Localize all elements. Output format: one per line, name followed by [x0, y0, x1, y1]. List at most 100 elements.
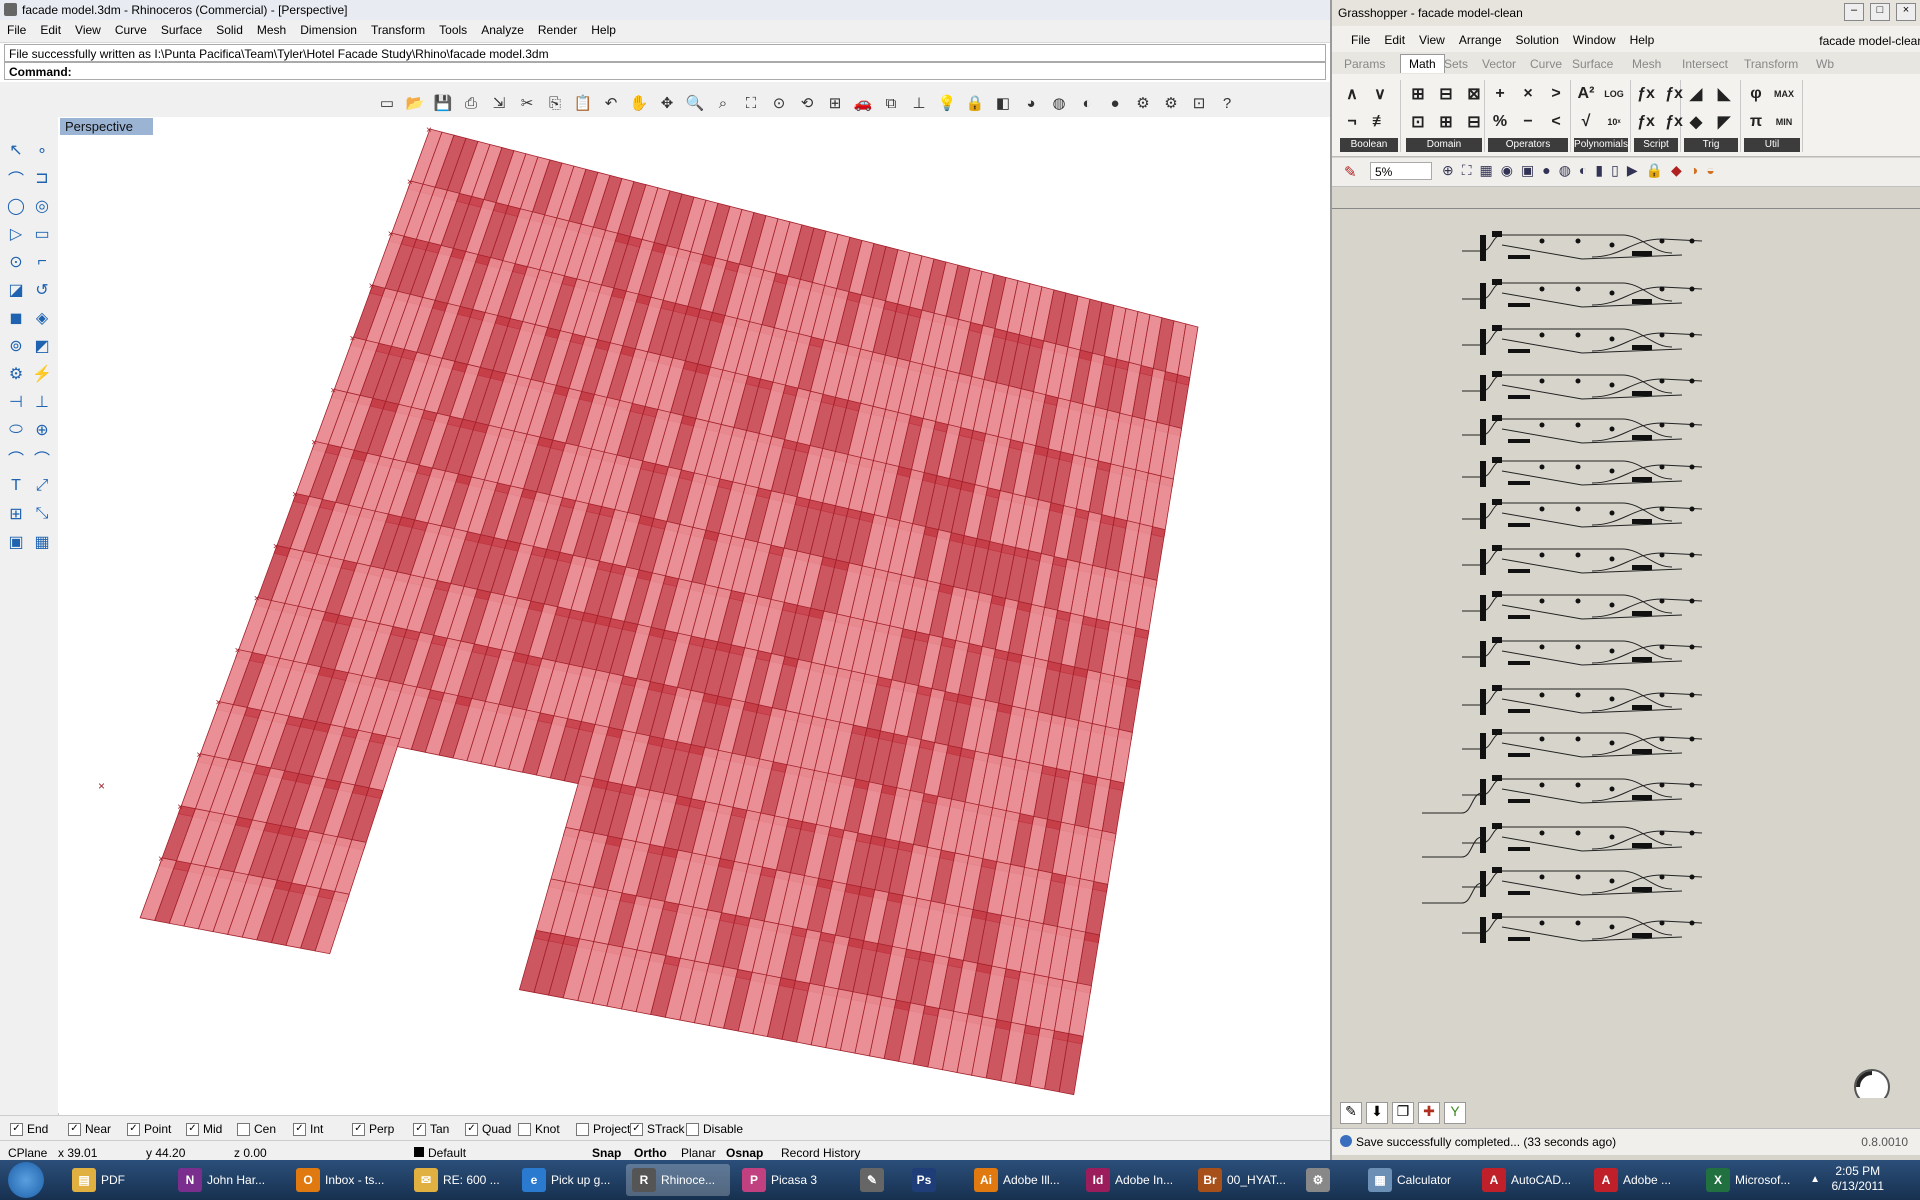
import-icon[interactable]: ⇲: [487, 91, 511, 115]
copy-icon[interactable]: ⎘: [543, 91, 567, 115]
polygon-icon[interactable]: ⊙: [3, 248, 29, 276]
boolean-component-icon[interactable]: ∧: [1338, 80, 1366, 108]
component-cluster[interactable]: [1462, 371, 1703, 401]
polynomials-component-icon[interactable]: LOG: [1600, 80, 1628, 108]
osnap-strack[interactable]: ✓ STrack: [630, 1122, 685, 1136]
menu-mesh[interactable]: Mesh: [250, 20, 293, 42]
component-cluster[interactable]: [1462, 325, 1703, 355]
domain-component-icon[interactable]: ⊡: [1404, 108, 1432, 136]
menu-edit[interactable]: Edit: [33, 20, 68, 42]
snap-toggle[interactable]: Snap: [592, 1146, 621, 1160]
group-label[interactable]: Util: [1744, 138, 1800, 152]
polynomials-component-icon[interactable]: A²: [1572, 80, 1600, 108]
curve-icon[interactable]: ⊐: [29, 164, 55, 192]
revolve-icon[interactable]: ↺: [29, 276, 55, 304]
component-cluster[interactable]: [1462, 499, 1703, 529]
zoom-extents-icon[interactable]: ⛶: [1462, 162, 1472, 179]
boolean-component-icon[interactable]: ¬: [1338, 108, 1366, 136]
select-icon[interactable]: ↖: [3, 136, 29, 164]
tab-sets[interactable]: Sets: [1444, 57, 1468, 71]
map-icon[interactable]: ▦: [1480, 162, 1493, 179]
viewport-title-tab[interactable]: Perspective: [60, 118, 153, 135]
domain-component-icon[interactable]: ⊟: [1432, 80, 1460, 108]
download-icon[interactable]: ⬇: [1366, 1102, 1388, 1124]
checkbox-icon[interactable]: [686, 1122, 699, 1136]
checkbox-icon[interactable]: [518, 1122, 531, 1136]
bake-egg-icon[interactable]: ◒: [1706, 162, 1714, 179]
grasshopper-canvas[interactable]: [1332, 208, 1920, 1105]
component-cluster[interactable]: [1462, 415, 1703, 445]
start-button[interactable]: [8, 1162, 44, 1198]
osnap-int[interactable]: ✓ Int: [293, 1122, 323, 1136]
checkbox-icon[interactable]: ✓: [127, 1122, 140, 1136]
checkbox-icon[interactable]: ✓: [413, 1122, 426, 1136]
transform-icon[interactable]: ⊣: [3, 388, 29, 416]
render-sphere-icon[interactable]: ●: [1103, 91, 1127, 115]
battery-empty-icon[interactable]: ▯: [1611, 162, 1619, 179]
script-component-icon[interactable]: ƒx: [1632, 108, 1660, 136]
save-icon[interactable]: 💾: [431, 91, 455, 115]
rectangle-icon[interactable]: ▭: [29, 220, 55, 248]
zoom-icon[interactable]: ⊕: [1442, 162, 1454, 179]
tray-expand-icon[interactable]: ▲: [1810, 1174, 1820, 1185]
solve-play-icon[interactable]: ▶: [1627, 162, 1638, 179]
group-label[interactable]: Trig: [1684, 138, 1738, 152]
new-icon[interactable]: ▭: [375, 91, 399, 115]
clock[interactable]: 2:05 PM 6/13/2011: [1832, 1164, 1885, 1194]
menu-help[interactable]: Help: [584, 20, 623, 42]
util-component-icon[interactable]: φ: [1742, 80, 1770, 108]
taskbar-item-adobe-in[interactable]: Id Adobe In...: [1080, 1164, 1186, 1196]
gh-menu-solution[interactable]: Solution: [1509, 26, 1566, 52]
surface-icon[interactable]: ◪: [3, 276, 29, 304]
dimension-icon[interactable]: ⤡: [29, 500, 55, 528]
tab-wb[interactable]: Wb: [1816, 57, 1834, 71]
snap-icon[interactable]: ⊡: [1187, 91, 1211, 115]
sphere-dark-icon[interactable]: ◐: [1579, 162, 1587, 179]
checkbox-icon[interactable]: ✓: [10, 1122, 23, 1136]
tab-vector[interactable]: Vector: [1482, 57, 1516, 71]
boolean-icon[interactable]: ⬭: [3, 416, 29, 444]
display-color-icon[interactable]: ◑: [1690, 162, 1698, 179]
taskbar-item-adobe[interactable]: A Adobe ...: [1588, 1164, 1694, 1196]
tab-mesh[interactable]: Mesh: [1632, 57, 1661, 71]
blend-icon[interactable]: ⌒: [29, 444, 55, 472]
osnap-end[interactable]: ✓ End: [10, 1122, 48, 1136]
arc-icon[interactable]: ▷: [3, 220, 29, 248]
taskbar-item-microsof[interactable]: X Microsof...: [1700, 1164, 1812, 1196]
definition-graph[interactable]: [1332, 209, 1920, 1097]
package-icon[interactable]: ▣: [1521, 162, 1534, 179]
util-component-icon[interactable]: π: [1742, 108, 1770, 136]
point-icon[interactable]: ∘: [29, 136, 55, 164]
circle-icon[interactable]: ◯: [3, 192, 29, 220]
boolean-component-icon[interactable]: ≢: [1366, 108, 1394, 136]
color-icon[interactable]: ◕: [1019, 91, 1043, 115]
box-icon[interactable]: ◼: [3, 304, 29, 332]
osnap-project[interactable]: Project: [576, 1122, 630, 1136]
sphere-icon[interactable]: ◈: [29, 304, 55, 332]
osnap-knot[interactable]: Knot: [518, 1122, 560, 1136]
tab-math[interactable]: Math: [1400, 54, 1445, 73]
group-label[interactable]: Boolean: [1340, 138, 1398, 152]
osnap-near[interactable]: ✓ Near: [68, 1122, 111, 1136]
cplane-label[interactable]: CPlane: [8, 1146, 47, 1160]
domain-component-icon[interactable]: ⊞: [1432, 108, 1460, 136]
osnap-perp[interactable]: ✓ Perp: [352, 1122, 394, 1136]
group-label[interactable]: Domain: [1406, 138, 1482, 152]
taskbar-item-calculator[interactable]: ▦ Calculator: [1362, 1164, 1470, 1196]
cylinder-icon[interactable]: ⊚: [3, 332, 29, 360]
operators-component-icon[interactable]: −: [1514, 108, 1542, 136]
sphere-grey-icon[interactable]: ●: [1542, 162, 1550, 179]
light-icon[interactable]: 💡: [935, 91, 959, 115]
menu-tools[interactable]: Tools: [432, 20, 474, 42]
zoom-icon[interactable]: 🔍: [683, 91, 707, 115]
zoom-window-icon[interactable]: ⌕: [711, 91, 735, 115]
tab-transform[interactable]: Transform: [1744, 57, 1798, 71]
component-cluster[interactable]: [1462, 279, 1703, 309]
plant-icon[interactable]: Y: [1444, 1102, 1466, 1124]
options-icon[interactable]: ⚙: [1159, 91, 1183, 115]
scale-icon[interactable]: ⤢: [29, 472, 55, 500]
operators-component-icon[interactable]: %: [1486, 108, 1514, 136]
block-icon[interactable]: ▣: [3, 528, 29, 556]
pan-icon[interactable]: ✋: [627, 91, 651, 115]
menu-solid[interactable]: Solid: [209, 20, 250, 42]
